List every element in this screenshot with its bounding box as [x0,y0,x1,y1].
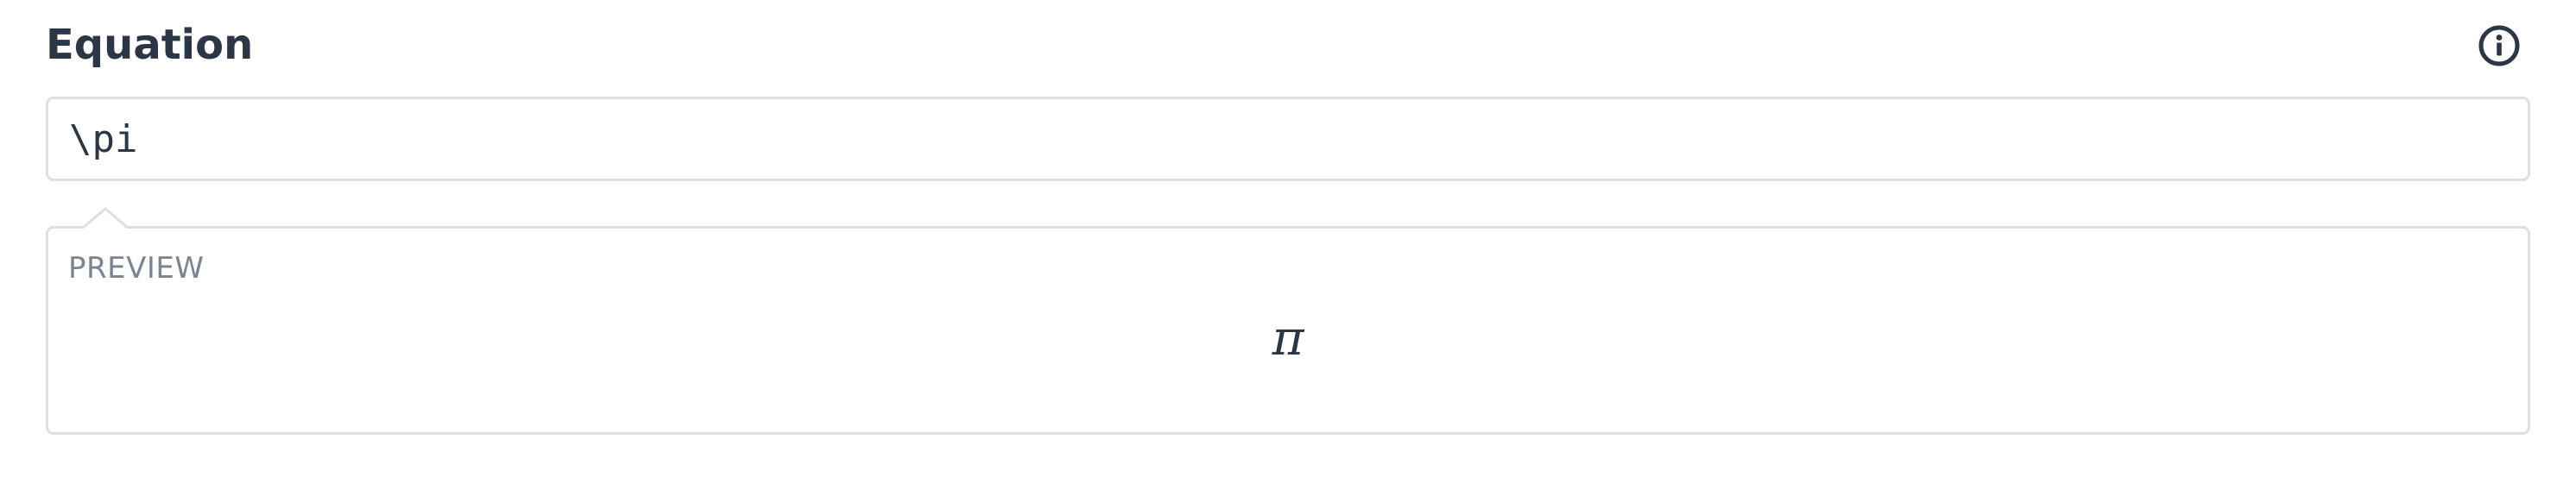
preview-panel: PREVIEW π [46,226,2530,435]
equation-input[interactable]: \pi [46,97,2530,181]
preview-pointer [83,207,128,229]
info-icon[interactable] [2478,24,2521,67]
preview-label: PREVIEW [68,251,205,286]
equation-input-value[interactable]: \pi [69,117,137,161]
equation-title: Equation [46,21,254,69]
preview-rendered-equation: π [1272,311,1304,367]
